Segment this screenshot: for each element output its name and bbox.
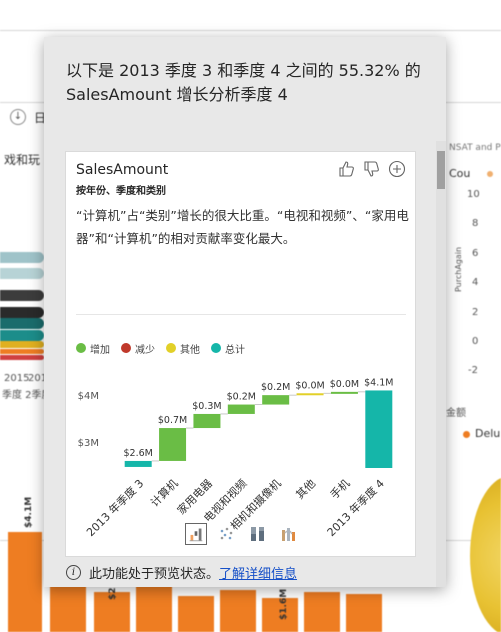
bar [178,596,214,632]
bar [220,590,256,632]
ribbon [0,349,44,354]
divider [0,30,501,31]
bar [136,586,172,632]
right-amount-label: 金额 [446,408,466,419]
bar-value-label: $2.6M [124,448,153,459]
preview-text: 此功能处于预览状态。 [89,566,220,582]
bar [50,580,86,632]
y-tick: 0 [472,336,479,347]
bar-value-label: $0.7M [158,415,187,426]
bar-value-label: $0.0M [295,380,324,391]
insight-card: SalesAmount 按年份、季度和类别 “计算机”占“类别”增长的很大比重。… [65,151,416,557]
waterfall-chart: $3M$4M$2.6M2013 年季度 3$0.7M计算机$0.3M家用电器$0… [78,377,394,539]
ribbon [0,252,44,263]
y-tick-label: $4M [78,391,99,402]
scatter-icon[interactable] [216,523,238,545]
waterfall-bar [330,391,358,394]
bar-value-label: $0.0M [330,379,359,390]
bar-value-label: $4.1M [364,377,393,388]
bar-value-label: $0.3M [192,401,221,412]
info-icon: i [66,564,81,580]
y-tick: 8 [472,218,479,229]
scrollbar-thumb[interactable] [437,151,445,189]
right-legend-label: Cou [449,167,471,180]
insight-popup: 以下是 2013 季度 3 和季度 4 之间的 55.32% 的 SalesAm… [44,37,446,587]
ribbon [0,268,44,279]
ribbon [0,290,44,301]
ribbon-icon[interactable] [278,523,300,545]
waterfall-bar [296,393,324,396]
bar [8,532,42,632]
year-tick: 2015 [4,373,30,384]
legend-dot [463,431,470,438]
preview-notice: i 此功能处于预览状态。 了解详细信息 [66,562,297,582]
bar [304,592,340,632]
y-tick: 2 [472,307,479,318]
waterfall-bar [365,390,393,468]
axis-title: PurchAgain [454,246,463,292]
left-panel-label: 戏和玩 [4,153,41,167]
bar [346,594,382,632]
legend-dot [487,171,493,177]
category-label: 2013 年季度 3 [83,476,146,539]
bar-value-label: $0.2M [227,392,256,403]
waterfall-icon[interactable] [185,523,207,545]
bar-label: $2 [108,587,118,600]
bar-value-label: $0.2M [261,382,290,393]
y-tick: 10 [467,189,480,200]
bar-label: $4.1M [24,496,34,528]
right-panel-header: NSAT and P [449,143,501,153]
learn-more-link[interactable]: 了解详细信息 [219,563,297,582]
category-label: 其他 [293,477,318,502]
ribbon [0,330,44,341]
waterfall-bar [227,404,255,414]
column-icon[interactable] [247,523,269,545]
bar-label: $1.6M [279,588,289,620]
right-legend-label-2: Delu [475,427,501,440]
drill-down-icon[interactable]: ↓ [10,109,26,125]
waterfall-bar [159,428,187,461]
category-label: 手机 [327,476,352,501]
waterfall-bar [124,460,152,467]
y-tick: 4 [472,277,479,288]
y-tick: 6 [472,248,479,259]
y-tick: -2 [468,365,478,376]
category-label: 计算机 [147,476,180,509]
scrollbar[interactable] [436,141,446,587]
waterfall-bar [193,413,221,429]
gauge-shape [470,476,501,632]
y-tick-label: $3M [78,438,99,449]
ribbon [0,318,44,329]
waterfall-bar [262,395,290,405]
popup-title: 以下是 2013 季度 3 和季度 4 之间的 55.32% 的 SalesAm… [66,61,421,104]
ribbon [0,355,44,360]
ribbon [0,341,44,348]
ribbon [0,307,44,318]
